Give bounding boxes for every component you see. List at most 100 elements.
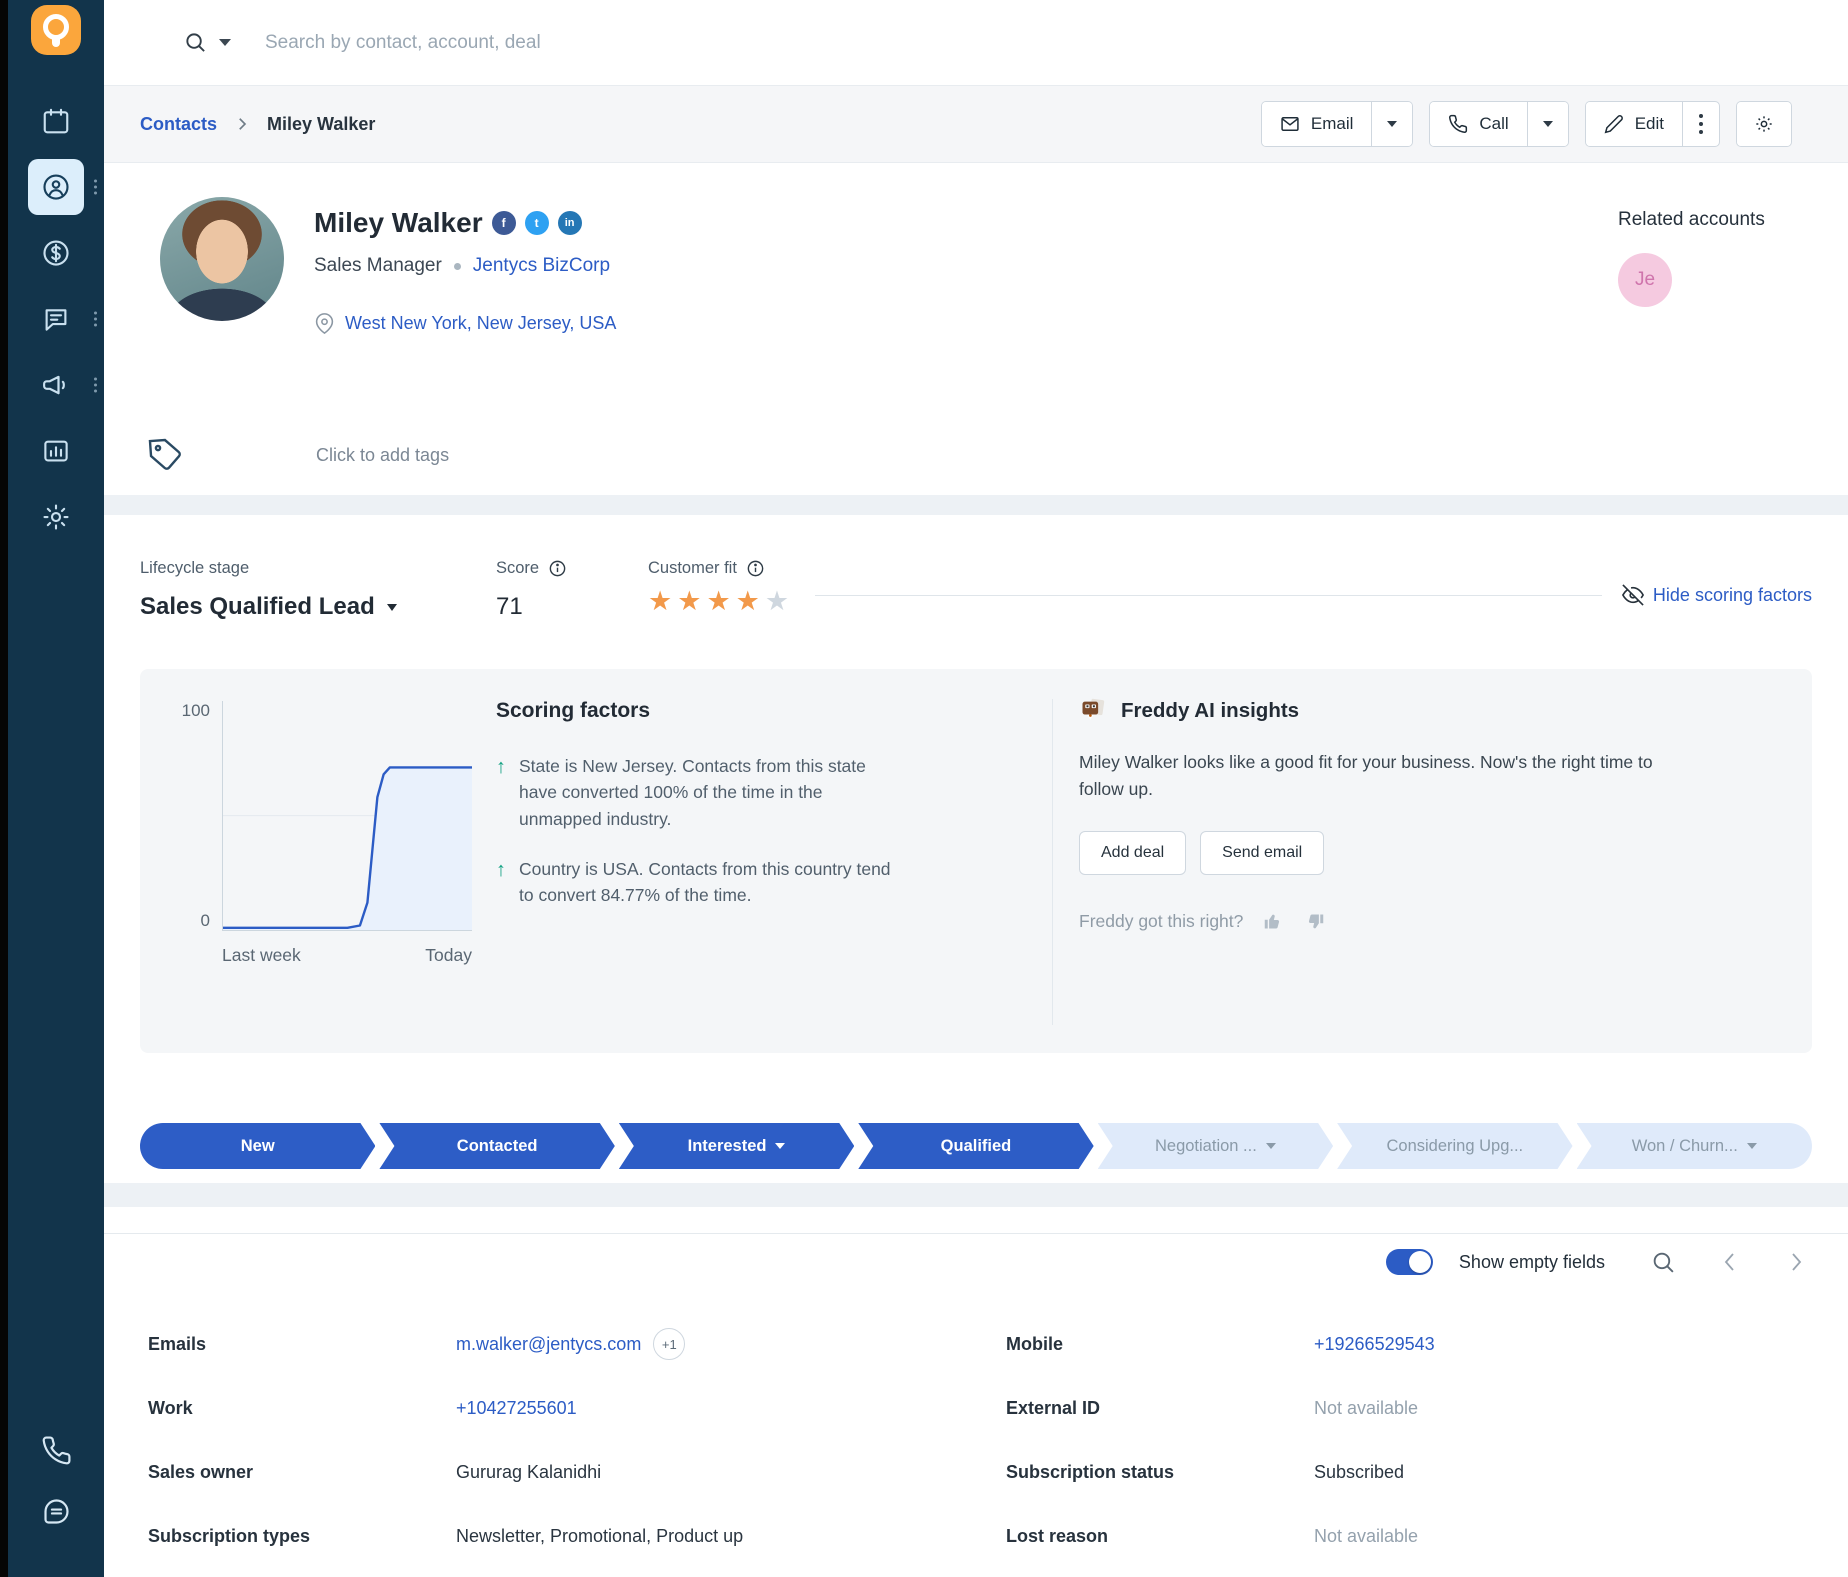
pipeline-stage-considering-upg[interactable]: Considering Upg... xyxy=(1337,1123,1572,1169)
linkedin-icon[interactable]: in xyxy=(558,211,582,235)
edit-button[interactable]: Edit xyxy=(1586,102,1682,146)
tags-row: Click to add tags xyxy=(104,415,1848,495)
freddy-ai-insights: Freddy AI insights Miley Walker looks li… xyxy=(1079,697,1782,1027)
more-emails-badge[interactable]: +1 xyxy=(653,1328,685,1360)
score-trend-chart: 100 0 Last week Today xyxy=(170,701,472,1027)
contact-location-link[interactable]: West New York, New Jersey, USA xyxy=(345,313,616,334)
gear-icon xyxy=(1754,114,1774,134)
search-icon[interactable] xyxy=(184,31,207,54)
stage-label: Won / Churn... xyxy=(1632,1137,1738,1156)
calendar-icon xyxy=(41,106,71,136)
chevron-left-icon[interactable] xyxy=(1718,1250,1742,1274)
arrow-up-icon: ↑ xyxy=(496,753,506,832)
x-axis-tick-today: Today xyxy=(425,945,472,1027)
chevron-down-icon xyxy=(1747,1143,1757,1149)
info-icon[interactable] xyxy=(548,559,567,578)
field-value[interactable]: m.walker@jentycs.com xyxy=(456,1334,641,1355)
contact-detail-fields: Emailsm.walker@jentycs.com+1Work+1042725… xyxy=(104,1288,1848,1568)
chevron-down-icon xyxy=(1387,121,1397,127)
pipeline-stage-qualified[interactable]: Qualified xyxy=(858,1123,1093,1169)
lifecycle-stage-label: Lifecycle stage xyxy=(140,559,496,578)
thumbs-down-icon[interactable] xyxy=(1304,911,1325,932)
email-button[interactable]: Email xyxy=(1262,102,1372,146)
lifecycle-stage-select[interactable]: Sales Qualified Lead xyxy=(140,593,496,621)
score-label: Score xyxy=(496,559,539,578)
related-accounts-label: Related accounts xyxy=(1618,209,1808,231)
map-pin-icon xyxy=(314,313,335,334)
kebab-menu-icon[interactable] xyxy=(94,378,97,393)
field-row-subscription-types: Subscription typesNewsletter, Promotiona… xyxy=(148,1504,960,1568)
contact-name: Miley Walker xyxy=(314,207,483,239)
freddy-dog-icon xyxy=(1079,697,1107,725)
sidebar-item-reports[interactable] xyxy=(28,423,84,479)
kebab-menu-icon[interactable] xyxy=(94,180,97,195)
email-dropdown-button[interactable] xyxy=(1371,102,1412,146)
star-filled-icon: ★ xyxy=(648,588,672,615)
freddy-feedback-prompt: Freddy got this right? xyxy=(1079,911,1243,932)
customer-fit-stars: ★★★★★ xyxy=(648,588,789,615)
pipeline-stage-negotiation[interactable]: Negotiation ... xyxy=(1098,1123,1333,1169)
sidebar-item-settings[interactable] xyxy=(28,489,84,545)
search-fields-icon[interactable] xyxy=(1651,1250,1676,1275)
sidebar-item-chat[interactable] xyxy=(28,291,84,347)
call-dropdown-button[interactable] xyxy=(1527,102,1568,146)
facebook-icon[interactable]: f xyxy=(492,211,516,235)
app-sidebar xyxy=(8,0,104,1577)
contact-avatar[interactable] xyxy=(160,197,284,321)
hide-scoring-factors-link[interactable]: Hide scoring factors xyxy=(1622,584,1812,606)
global-search-input[interactable] xyxy=(265,32,905,54)
contact-company-link[interactable]: Jentycs BizCorp xyxy=(473,255,610,277)
kebab-menu-icon[interactable] xyxy=(94,312,97,327)
details-right-column: Mobile+19266529543External IDNot availab… xyxy=(1006,1312,1818,1568)
page-settings-group xyxy=(1736,101,1792,147)
sidebar-item-deals[interactable] xyxy=(28,225,84,281)
score-value: 71 xyxy=(496,593,648,621)
sidebar-item-contacts[interactable] xyxy=(28,159,84,215)
twitter-icon[interactable]: t xyxy=(525,211,549,235)
eye-off-icon xyxy=(1622,584,1644,606)
search-scope-caret-icon[interactable] xyxy=(219,39,231,46)
sidebar-nav xyxy=(28,93,84,545)
pipeline-stage-new[interactable]: New xyxy=(140,1123,375,1169)
add-deal-button[interactable]: Add deal xyxy=(1079,831,1186,875)
scoring-factor-item: ↑Country is USA. Contacts from this coun… xyxy=(496,856,1052,909)
megaphone-icon xyxy=(41,370,71,400)
show-empty-fields-toggle[interactable] xyxy=(1386,1249,1433,1275)
contact-header: Miley Walker f t in Sales Manager Jentyc… xyxy=(104,163,1848,415)
chevron-down-icon xyxy=(1543,121,1553,127)
panel-divider xyxy=(1052,699,1053,1025)
freshworks-logo[interactable] xyxy=(31,5,81,55)
field-value[interactable]: +19266529543 xyxy=(1314,1334,1435,1355)
phone-icon[interactable] xyxy=(41,1435,72,1466)
field-row-lost-reason: Lost reasonNot available xyxy=(1006,1504,1818,1568)
more-actions-button[interactable] xyxy=(1682,102,1719,146)
call-button[interactable]: Call xyxy=(1430,102,1526,146)
chevron-right-icon[interactable] xyxy=(1784,1250,1808,1274)
contact-job-title: Sales Manager xyxy=(314,255,442,277)
pipeline-stage-contacted[interactable]: Contacted xyxy=(379,1123,614,1169)
score-trend-fill xyxy=(223,767,472,930)
field-value[interactable]: +10427255601 xyxy=(456,1398,577,1419)
related-account-avatar[interactable]: Je xyxy=(1618,253,1672,307)
pipeline-stage-won-churn[interactable]: Won / Churn... xyxy=(1577,1123,1812,1169)
scoring-factor-list: ↑State is New Jersey. Contacts from this… xyxy=(496,753,1052,908)
breadcrumb-contacts-link[interactable]: Contacts xyxy=(140,114,217,135)
thumbs-up-icon[interactable] xyxy=(1263,911,1284,932)
send-email-button[interactable]: Send email xyxy=(1200,831,1324,875)
sidebar-item-megaphone[interactable] xyxy=(28,357,84,413)
call-button-group: Call xyxy=(1429,101,1568,147)
add-tags-field[interactable]: Click to add tags xyxy=(316,445,449,466)
scoring-factors: Scoring factors ↑State is New Jersey. Co… xyxy=(496,697,1052,1027)
field-value: Gururag Kalanidhi xyxy=(456,1462,601,1483)
scoring-factor-text: State is New Jersey. Contacts from this … xyxy=(519,753,891,832)
tag-icon xyxy=(147,436,185,474)
info-icon[interactable] xyxy=(746,559,765,578)
sidebar-item-calendar[interactable] xyxy=(28,93,84,149)
page-settings-button[interactable] xyxy=(1737,102,1791,146)
envelope-icon xyxy=(1280,114,1300,134)
chevron-down-icon xyxy=(775,1143,785,1149)
pipeline-stage-interested[interactable]: Interested xyxy=(619,1123,854,1169)
bot-chat-icon[interactable] xyxy=(41,1496,72,1527)
email-button-group: Email xyxy=(1261,101,1414,147)
crm-contact-page: Contacts Miley Walker Email Call xyxy=(0,0,1848,1577)
